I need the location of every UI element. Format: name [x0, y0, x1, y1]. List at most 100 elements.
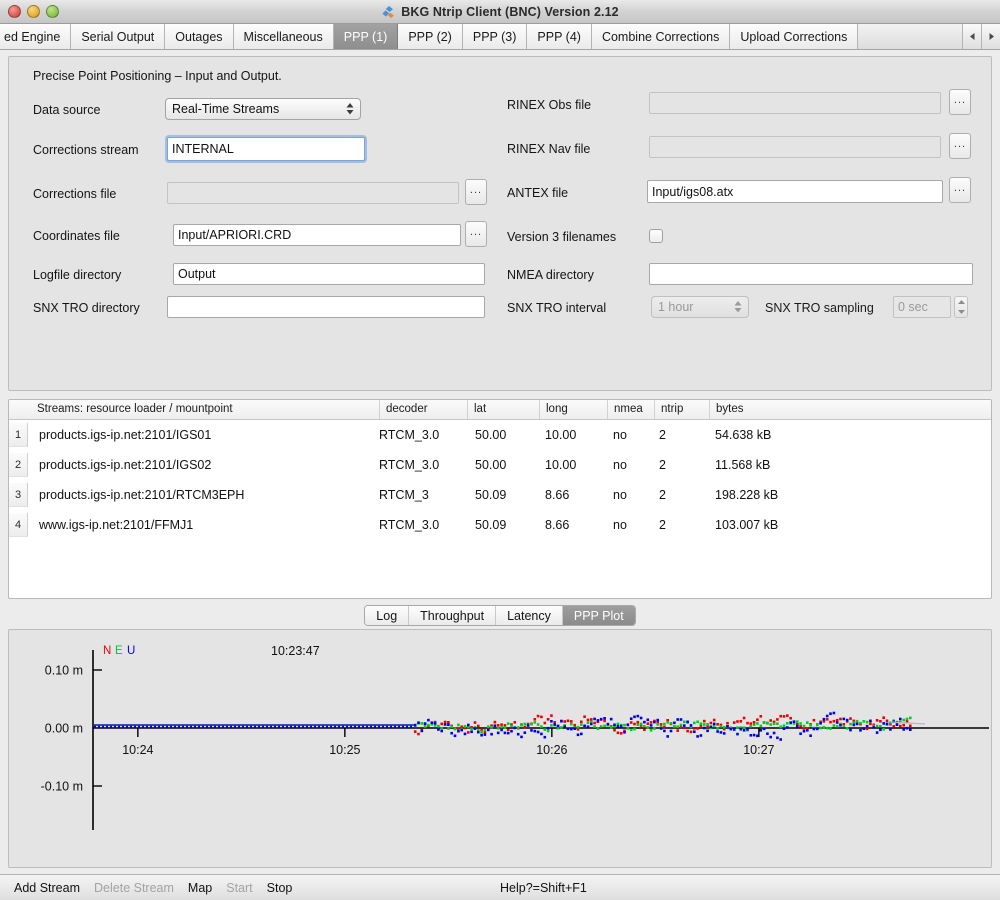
snx-tro-interval-select[interactable]: 1 hour: [651, 296, 749, 318]
tab-serial-output[interactable]: Serial Output: [71, 24, 165, 49]
tab-scroll-left-icon[interactable]: [962, 24, 981, 49]
tab-label: Upload Corrections: [740, 30, 847, 44]
cell-ntrip: 2: [659, 420, 666, 450]
cell-nmea: no: [613, 510, 627, 540]
x-tick-label: 10:25: [329, 743, 360, 757]
table-row[interactable]: 2products.igs-ip.net:2101/IGS02RTCM_3.05…: [9, 450, 991, 480]
cell-mountpoint: www.igs-ip.net:2101/FFMJ1: [39, 510, 193, 540]
plot-series-N: [414, 714, 912, 735]
tab-scroll-right-icon[interactable]: [981, 24, 1000, 49]
corrections-stream-label: Corrections stream: [33, 143, 139, 157]
column-header[interactable]: Streams: resource loader / mountpoint: [31, 400, 233, 419]
plot-legend: NEU: [103, 645, 135, 657]
tab-label: PPP (3): [473, 30, 517, 44]
add-stream-button[interactable]: Add Stream: [14, 881, 80, 895]
table-row[interactable]: 3products.igs-ip.net:2101/RTCM3EPHRTCM_3…: [9, 480, 991, 510]
rinex-nav-input[interactable]: [649, 136, 941, 158]
tab-scroll-controls: [962, 24, 1000, 49]
tab-ppp-1[interactable]: PPP (1): [334, 24, 399, 49]
close-button[interactable]: [8, 5, 21, 18]
window-controls: [8, 5, 59, 18]
data-source-value: Real-Time Streams: [172, 102, 346, 116]
coordinates-file-browse-button[interactable]: ...: [465, 221, 487, 247]
data-source-select[interactable]: Real-Time Streams: [165, 98, 361, 120]
cell-decoder: RTCM_3: [379, 480, 429, 510]
tab-ppp-2[interactable]: PPP (2): [398, 24, 463, 49]
map-button[interactable]: Map: [188, 881, 212, 895]
delete-stream-button: Delete Stream: [94, 881, 174, 895]
tab-ppp-3[interactable]: PPP (3): [463, 24, 528, 49]
tab-upload-corrections[interactable]: Upload Corrections: [730, 24, 858, 49]
cell-long: 10.00: [545, 450, 576, 480]
legend-item-N: N: [103, 645, 111, 657]
snx-tro-interval-label: SNX TRO interval: [507, 301, 606, 315]
spinner-up-icon[interactable]: [955, 297, 967, 307]
tab-combine-corrections[interactable]: Combine Corrections: [592, 24, 730, 49]
version3-filenames-checkbox[interactable]: [649, 229, 663, 243]
tab-miscellaneous[interactable]: Miscellaneous: [234, 24, 334, 49]
minimize-button[interactable]: [27, 5, 40, 18]
cell-nmea: no: [613, 480, 627, 510]
plot-tab-label: Throughput: [420, 609, 484, 623]
plot-tab-latency[interactable]: Latency: [496, 606, 563, 625]
snx-tro-sampling-value: 0 sec: [893, 296, 951, 318]
coordinates-file-input[interactable]: [173, 224, 461, 246]
nmea-directory-input[interactable]: [649, 263, 973, 285]
row-number: 4: [9, 513, 28, 537]
rinex-obs-label: RINEX Obs file: [507, 98, 591, 112]
column-header[interactable]: long: [539, 400, 568, 419]
stop-button[interactable]: Stop: [267, 881, 293, 895]
panel-heading: Precise Point Positioning – Input and Ou…: [33, 69, 282, 83]
table-row[interactable]: 1products.igs-ip.net:2101/IGS01RTCM_3.05…: [9, 420, 991, 450]
tab-outages[interactable]: Outages: [165, 24, 233, 49]
application-window: BKG Ntrip Client (BNC) Version 2.12 ed E…: [0, 0, 1000, 900]
cell-long: 8.66: [545, 510, 569, 540]
status-bar: Add StreamDelete StreamMapStartStopHelp?…: [0, 874, 1000, 900]
plot-timestamp: 10:23:47: [271, 644, 320, 658]
cell-nmea: no: [613, 420, 627, 450]
antex-file-input[interactable]: [647, 180, 943, 203]
tab-strip: ed EngineSerial Output Outages Miscellaneo…: [0, 24, 962, 49]
title-bar: BKG Ntrip Client (BNC) Version 2.12: [0, 0, 1000, 24]
row-number: 1: [9, 423, 28, 447]
y-tick-label: -0.10 m: [41, 780, 83, 794]
cell-lat: 50.09: [475, 510, 506, 540]
streams-table-body: 1products.igs-ip.net:2101/IGS01RTCM_3.05…: [9, 420, 991, 598]
corrections-file-input[interactable]: [167, 182, 459, 204]
rinex-nav-browse-button[interactable]: ...: [949, 133, 971, 159]
plot-tab-throughput[interactable]: Throughput: [409, 606, 496, 625]
cell-bytes: 11.568 kB: [715, 450, 770, 480]
column-header[interactable]: nmea: [607, 400, 643, 419]
snx-tro-directory-input[interactable]: [167, 296, 485, 318]
spinner-buttons[interactable]: [954, 296, 968, 318]
antex-file-browse-button[interactable]: ...: [949, 177, 971, 203]
corrections-file-label: Corrections file: [33, 187, 116, 201]
cell-decoder: RTCM_3.0: [379, 420, 439, 450]
nmea-directory-label: NMEA directory: [507, 268, 594, 282]
corrections-file-browse-button[interactable]: ...: [465, 179, 487, 205]
tab-label: Outages: [175, 30, 222, 44]
snx-tro-sampling-stepper[interactable]: 0 sec: [893, 296, 968, 318]
rinex-obs-browse-button[interactable]: ...: [949, 89, 971, 115]
column-header[interactable]: bytes: [709, 400, 744, 419]
logfile-directory-input[interactable]: [173, 263, 485, 285]
tab-ed-engine[interactable]: ed Engine: [0, 24, 71, 49]
cell-ntrip: 2: [659, 510, 666, 540]
column-header[interactable]: ntrip: [654, 400, 683, 419]
column-header[interactable]: decoder: [379, 400, 428, 419]
ppp-plot-panel[interactable]: 0.10 m0.00 m-0.10 m10:2410:2510:2610:27N…: [8, 629, 992, 868]
cell-long: 10.00: [545, 420, 576, 450]
cell-lat: 50.00: [475, 420, 506, 450]
rinex-obs-input[interactable]: [649, 92, 941, 114]
row-number: 2: [9, 453, 28, 477]
streams-table[interactable]: Streams: resource loader / mountpoint dec…: [8, 399, 992, 599]
plot-tab-ppp-plot[interactable]: PPP Plot: [563, 606, 635, 625]
spinner-down-icon[interactable]: [955, 307, 967, 317]
plot-tab-log[interactable]: Log: [365, 606, 409, 625]
corrections-stream-input[interactable]: [167, 137, 365, 161]
column-header[interactable]: lat: [467, 400, 486, 419]
table-row[interactable]: 4www.igs-ip.net:2101/FFMJ1RTCM_3.050.098…: [9, 510, 991, 540]
zoom-button[interactable]: [46, 5, 59, 18]
tab-ppp-4[interactable]: PPP (4): [527, 24, 592, 49]
antex-file-label: ANTEX file: [507, 186, 568, 200]
